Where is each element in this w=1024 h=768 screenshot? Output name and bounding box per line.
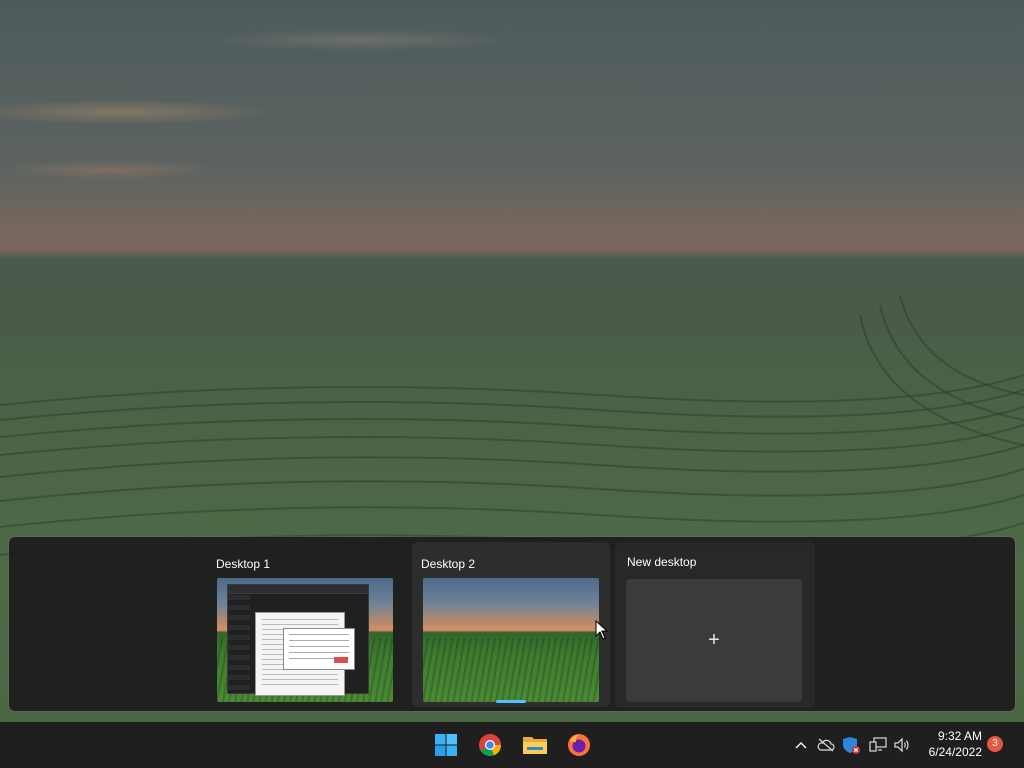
volume-icon[interactable] (892, 734, 912, 756)
chevron-up-icon[interactable] (793, 734, 809, 756)
new-desktop-card[interactable]: New desktop + (615, 542, 815, 708)
firefox-icon[interactable] (565, 731, 593, 759)
task-view-panel: Desktop 1 Desktop 2 New desktop + (9, 537, 1015, 711)
active-desktop-indicator (496, 700, 526, 703)
windows-security-icon[interactable] (840, 734, 862, 756)
desktop-2-thumbnail[interactable] (423, 578, 599, 702)
desktop-2-card[interactable]: Desktop 2 (412, 542, 610, 707)
thumbnail-dialog-window (283, 628, 355, 670)
plus-icon: + (708, 629, 720, 651)
start-icon[interactable] (432, 731, 460, 759)
taskbar: 9:32 AM 6/24/2022 (0, 722, 1024, 768)
mouse-cursor-icon (595, 620, 609, 640)
desktop-1-title: Desktop 1 (216, 557, 271, 571)
chrome-icon[interactable] (476, 731, 504, 759)
new-desktop-button[interactable]: + (626, 579, 802, 702)
notification-badge[interactable]: 3 (987, 736, 1003, 752)
network-icon[interactable] (868, 734, 888, 756)
clock[interactable]: 9:32 AM 6/24/2022 (918, 728, 982, 760)
onedrive-offline-icon[interactable] (816, 734, 836, 756)
desktop-1-card[interactable]: Desktop 1 (209, 542, 407, 707)
new-desktop-title: New desktop (627, 555, 697, 569)
clock-date: 6/24/2022 (928, 745, 982, 759)
desktop-2-title: Desktop 2 (421, 557, 476, 571)
desktop-1-thumbnail[interactable] (217, 578, 393, 702)
file-explorer-icon[interactable] (521, 731, 549, 759)
clock-time: 9:32 AM (937, 729, 982, 743)
